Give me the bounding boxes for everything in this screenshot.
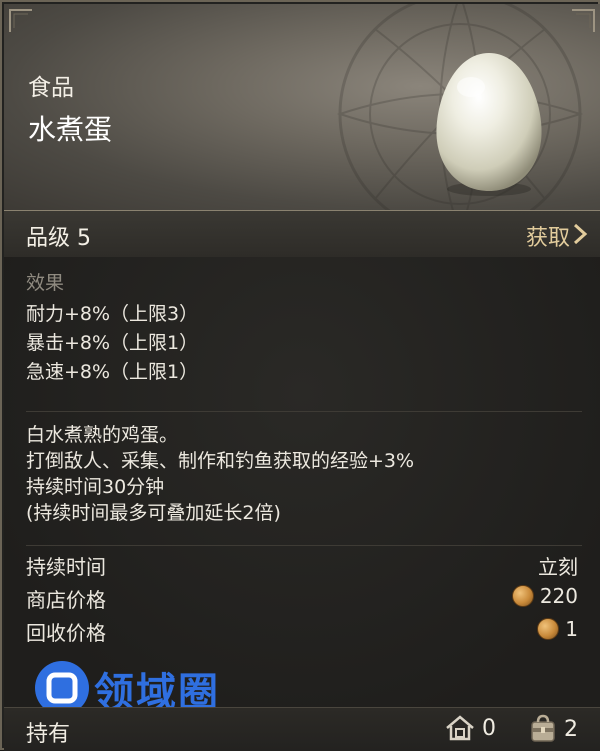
effects-title: 效果: [26, 272, 65, 294]
stat-value-recycle-price: 1: [537, 617, 578, 641]
effect-line: 暴击+8%（上限1）: [26, 332, 199, 354]
description-line: 持续时间30分钟: [26, 476, 165, 498]
house-storage: 0: [444, 714, 496, 742]
coin-icon: [537, 618, 560, 640]
effect-line: 急速+8%（上限1）: [26, 361, 199, 383]
bag-count: 2: [564, 716, 578, 742]
grade-bar: 品级 5 获取: [4, 210, 600, 258]
description-line: (持续时间最多可叠加延长2倍): [26, 502, 281, 524]
coin-icon: [511, 585, 534, 607]
item-header: 食品 水煮蛋: [4, 4, 600, 210]
recycle-price-value: 1: [565, 617, 578, 641]
inventory-footer: 持有 0 2: [4, 707, 600, 751]
item-tooltip-panel: 食品 水煮蛋 品级 5 获取 效果 耐力+8%（上限3） 暴击+8%（上限1） …: [0, 0, 600, 751]
item-name: 水煮蛋: [28, 113, 113, 146]
divider: [26, 545, 582, 546]
item-details: 效果 耐力+8%（上限3） 暴击+8%（上限1） 急速+8%（上限1） 白水煮熟…: [4, 257, 600, 707]
item-category: 食品: [28, 75, 74, 101]
house-icon: [446, 715, 474, 741]
description-line: 打倒敌人、采集、制作和钓鱼获取的经验+3%: [26, 450, 415, 472]
description-line: 白水煮熟的鸡蛋。: [26, 424, 179, 446]
grade-label: 品级 5: [26, 226, 91, 251]
corner-ornament: [9, 9, 32, 32]
corner-ornament: [572, 9, 595, 32]
boiled-egg-icon: [436, 53, 542, 196]
shop-price-value: 220: [539, 584, 578, 608]
effect-line: 耐力+8%（上限3）: [26, 303, 199, 325]
stat-value-duration: 立刻: [538, 551, 578, 580]
owned-label: 持有: [26, 722, 71, 747]
duration-value: 立刻: [538, 555, 578, 579]
chevron-right-icon[interactable]: [572, 223, 588, 245]
bag-icon: [531, 714, 555, 742]
stat-value-shop-price: 220: [511, 584, 578, 608]
bag-storage: 2: [528, 714, 578, 744]
stat-label-shop-price: 商店价格: [26, 588, 106, 612]
house-count: 0: [482, 715, 496, 741]
stat-label-recycle-price: 回收价格: [26, 621, 106, 645]
stat-label-duration: 持续时间: [26, 555, 106, 579]
divider: [26, 411, 582, 412]
acquire-link[interactable]: 获取: [526, 220, 570, 252]
